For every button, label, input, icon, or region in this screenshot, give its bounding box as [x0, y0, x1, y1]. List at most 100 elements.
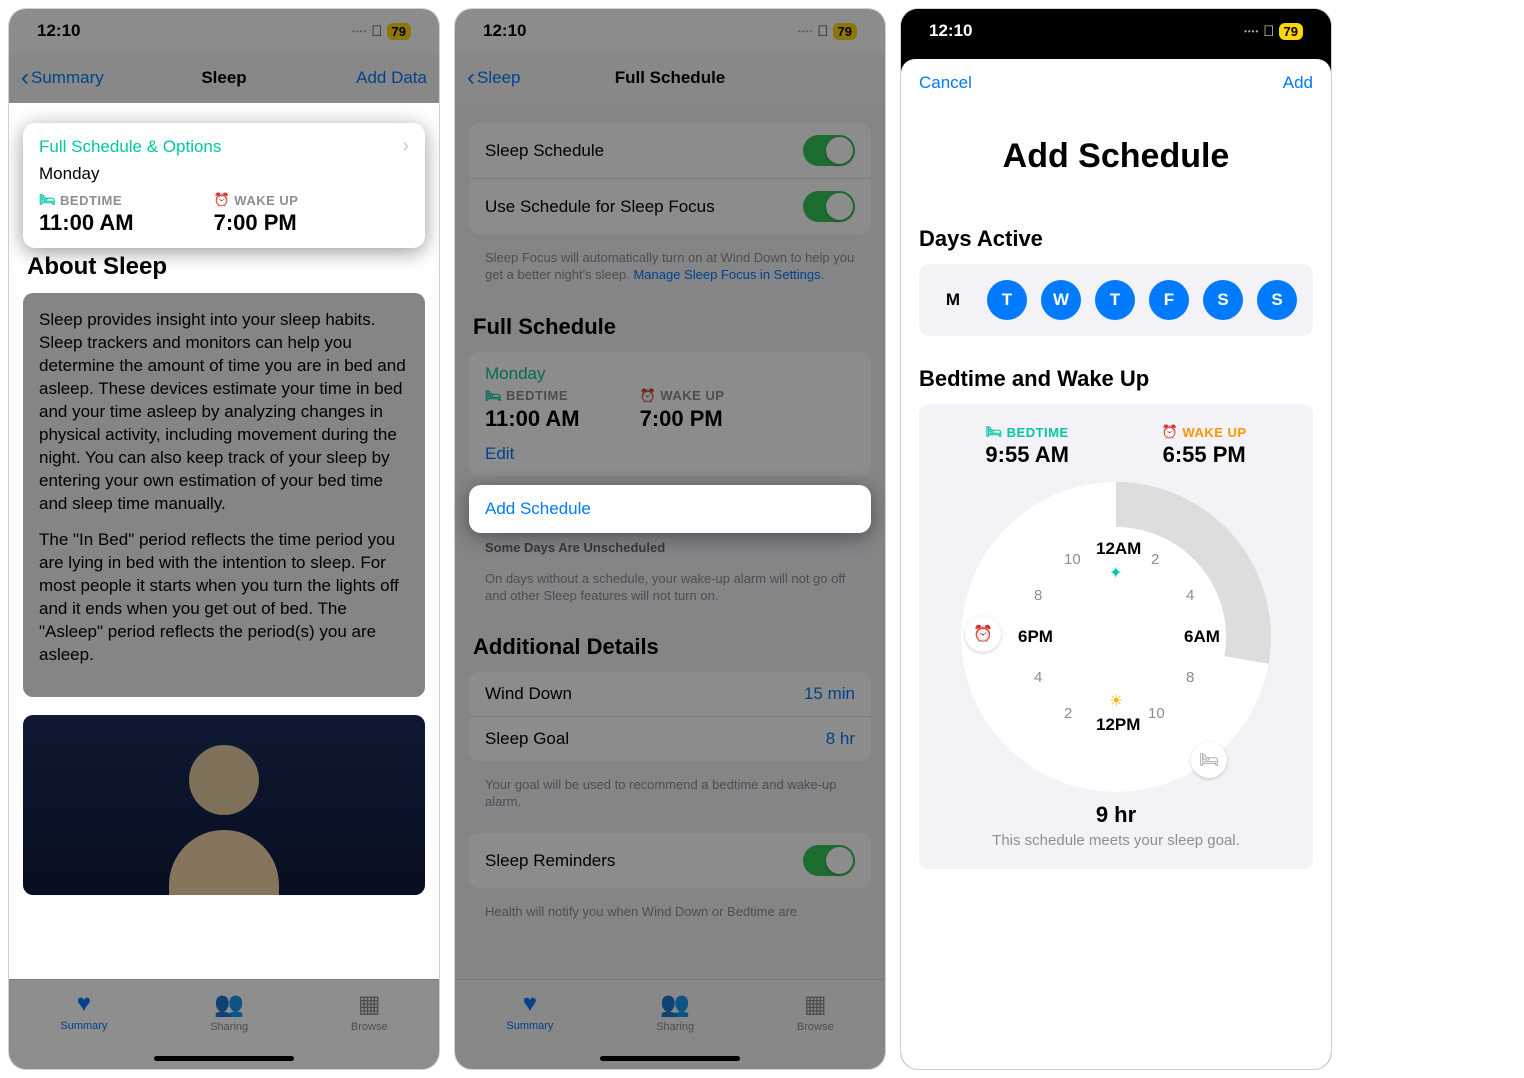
day-chip-m[interactable]: M — [933, 280, 973, 320]
bedtime-label: BEDTIME — [1007, 425, 1069, 440]
full-schedule-heading: Full Schedule — [473, 314, 867, 340]
bed-icon: 🛏 — [986, 424, 1003, 440]
toggle-switch[interactable] — [803, 191, 855, 222]
toggle-switch[interactable] — [803, 135, 855, 166]
bedtime-value: 11:00 AM — [39, 210, 134, 236]
heart-icon: ♥ — [60, 990, 107, 1018]
tab-bar: ♥ Summary 👥 Sharing ▦ Browse — [455, 979, 885, 1069]
wakeup-value: 7:00 PM — [640, 406, 725, 432]
person-icon — [169, 830, 279, 895]
wakeup-value: 7:00 PM — [214, 210, 299, 236]
battery-badge: 79 — [1279, 23, 1303, 40]
phone-add-schedule: 12:10 •••• 􀙇 79 Cancel Add Add Schedule … — [900, 8, 1332, 1070]
bedtime-value: 11:00 AM — [485, 406, 580, 432]
back-label: Summary — [31, 68, 104, 88]
wifi-icon: 􀙇 — [817, 23, 828, 40]
status-bar: 12:10 •••• 􀙇 79 — [455, 9, 885, 53]
wifi-icon: 􀙇 — [1263, 23, 1274, 40]
bedtime-card: 🛏BEDTIME 9:55 AM ⏰WAKE UP 6:55 PM 12AM 2… — [919, 404, 1313, 869]
status-time: 12:10 — [37, 21, 80, 41]
use-focus-row[interactable]: Use Schedule for Sleep Focus — [469, 179, 871, 234]
day-chip-sa[interactable]: S — [1203, 280, 1243, 320]
add-data-button[interactable]: Add Data — [356, 68, 427, 88]
full-schedule-card[interactable]: Full Schedule & Options › Monday 🛏BEDTIM… — [23, 123, 425, 248]
home-indicator[interactable] — [600, 1056, 740, 1061]
tab-label: Sharing — [210, 1021, 248, 1033]
wake-knob[interactable]: ⏰ — [965, 616, 1001, 652]
status-bar: 12:10 •••• 􀙇 79 — [9, 9, 439, 53]
cancel-button[interactable]: Cancel — [919, 73, 972, 93]
back-button[interactable]: ‹ Summary — [21, 64, 104, 92]
bedtime-value: 9:55 AM — [985, 442, 1069, 468]
day-chip-f[interactable]: F — [1149, 280, 1189, 320]
bedtime-label: BEDTIME — [506, 388, 568, 403]
bed-knob[interactable]: 🛏 — [1191, 742, 1227, 778]
days-active-heading: Days Active — [919, 226, 1313, 252]
back-label: Sleep — [477, 68, 520, 88]
time-dial[interactable]: 12AM 2 4 6AM 8 10 12PM 2 4 6PM 8 10 ✦ ☀ … — [961, 482, 1271, 792]
full-schedule-link[interactable]: Full Schedule & Options — [39, 137, 221, 157]
home-indicator[interactable] — [154, 1056, 294, 1061]
edit-link[interactable]: Edit — [485, 432, 855, 464]
tab-browse[interactable]: ▦ Browse — [351, 990, 388, 1033]
alarm-icon: ⏰ — [640, 388, 657, 404]
row-value: 8 hr — [826, 729, 855, 749]
dial-label: 12PM — [1096, 715, 1140, 735]
people-icon: 👥 — [210, 990, 248, 1019]
sleep-goal-row[interactable]: Sleep Goal 8 hr — [469, 717, 871, 761]
unscheduled-body: On days without a schedule, your wake-up… — [469, 567, 871, 615]
tab-label: Browse — [797, 1021, 834, 1033]
sleep-schedule-row[interactable]: Sleep Schedule — [469, 123, 871, 179]
manage-focus-link[interactable]: Manage Sleep Focus in Settings. — [633, 267, 824, 282]
nav-bar: ‹ Summary Sleep Add Data — [9, 53, 439, 103]
day-chip-th[interactable]: T — [1095, 280, 1135, 320]
sleep-illustration — [23, 715, 425, 895]
people-icon: 👥 — [656, 990, 694, 1019]
moon-icon — [189, 745, 259, 815]
toggle-switch[interactable] — [803, 845, 855, 876]
row-value: 15 min — [804, 684, 855, 704]
add-schedule-button[interactable]: Add Schedule — [469, 485, 871, 533]
nav-title: Full Schedule — [615, 68, 726, 88]
dial-label: 10 — [1148, 705, 1165, 722]
dial-label: 2 — [1064, 705, 1072, 722]
alarm-icon: ⏰ — [214, 192, 231, 208]
status-time: 12:10 — [483, 21, 526, 41]
reminders-footer: Health will notify you when Wind Down or… — [469, 900, 871, 931]
day-chip-su[interactable]: S — [1257, 280, 1297, 320]
goal-footer: Your goal will be used to recommend a be… — [469, 773, 871, 821]
status-bar: 12:10 •••• 􀙇 79 — [901, 9, 1331, 53]
cell-dots-icon: •••• — [1244, 27, 1259, 36]
row-label: Sleep Schedule — [485, 141, 604, 161]
tab-label: Sharing — [656, 1021, 694, 1033]
stars-icon: ✦ — [1109, 563, 1122, 583]
back-button[interactable]: ‹ Sleep — [467, 64, 520, 92]
dial-label: 4 — [1034, 669, 1042, 686]
wind-down-row[interactable]: Wind Down 15 min — [469, 672, 871, 717]
tab-summary[interactable]: ♥ Summary — [506, 990, 553, 1032]
day-chip-t[interactable]: T — [987, 280, 1027, 320]
dial-label: 6PM — [1018, 627, 1053, 647]
days-selector: M T W T F S S — [919, 264, 1313, 336]
tab-sharing[interactable]: 👥 Sharing — [210, 990, 248, 1033]
heart-icon: ♥ — [506, 990, 553, 1018]
reminders-row[interactable]: Sleep Reminders — [469, 833, 871, 888]
tab-sharing[interactable]: 👥 Sharing — [656, 990, 694, 1033]
day-chip-w[interactable]: W — [1041, 280, 1081, 320]
schedule-day: Monday — [485, 364, 855, 384]
dial-label: 8 — [1034, 587, 1042, 604]
phone-full-schedule: 12:10 •••• 􀙇 79 ‹ Sleep Full Schedule Sl… — [454, 8, 886, 1070]
nav-title: Sleep — [201, 68, 246, 88]
details-group: Wind Down 15 min Sleep Goal 8 hr — [469, 672, 871, 761]
tab-browse[interactable]: ▦ Browse — [797, 990, 834, 1033]
details-heading: Additional Details — [473, 634, 867, 660]
add-button[interactable]: Add — [1283, 73, 1313, 93]
sheet-title: Add Schedule — [901, 137, 1331, 176]
chevron-left-icon: ‹ — [21, 64, 29, 92]
row-label: Use Schedule for Sleep Focus — [485, 197, 715, 217]
bed-icon: 🛏 — [39, 192, 56, 208]
unscheduled-heading: Some Days Are Unscheduled — [469, 536, 871, 567]
tab-summary[interactable]: ♥ Summary — [60, 990, 107, 1032]
alarm-icon: ⏰ — [1162, 424, 1179, 440]
schedule-item[interactable]: Monday 🛏BEDTIME 11:00 AM ⏰WAKE UP 7:00 P… — [469, 352, 871, 476]
